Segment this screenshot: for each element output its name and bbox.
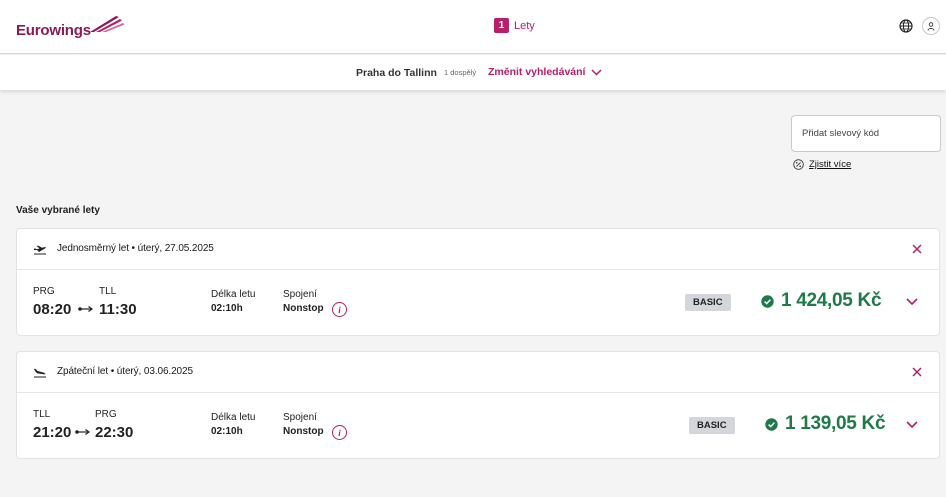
close-icon[interactable] bbox=[911, 366, 923, 378]
learn-more-link[interactable]: Zjistit více bbox=[809, 159, 851, 170]
info-icon[interactable]: i bbox=[332, 425, 347, 440]
voucher-field[interactable] bbox=[791, 115, 941, 152]
step-indicator-flights[interactable]: 1 Lety bbox=[494, 18, 535, 33]
plane-landing-icon bbox=[34, 368, 46, 378]
connection-value: Nonstop bbox=[283, 303, 324, 314]
price-value: 1 424,05 Kč bbox=[781, 290, 882, 311]
plane-takeoff-icon bbox=[34, 245, 46, 255]
globe-icon[interactable] bbox=[899, 19, 913, 33]
wing-logo-icon bbox=[90, 16, 125, 32]
connection-label: Spojení bbox=[283, 412, 317, 423]
info-icon[interactable]: i bbox=[332, 302, 347, 317]
departure-time: 21:20 bbox=[33, 424, 72, 441]
fare-badge: BASIC bbox=[689, 417, 735, 434]
voucher-input[interactable] bbox=[792, 116, 940, 151]
discount-icon bbox=[793, 159, 804, 170]
flight-card-body[interactable]: PRG TLL 08:20 11:30 Délka letu 02:10h Sp… bbox=[17, 270, 939, 335]
user-icon bbox=[927, 21, 935, 31]
step-label: Lety bbox=[514, 19, 535, 32]
route-arrow-icon bbox=[75, 429, 91, 435]
step-number: 1 bbox=[494, 18, 509, 33]
learn-more[interactable]: Zjistit více bbox=[793, 159, 851, 170]
duration-label: Délka letu bbox=[211, 289, 256, 300]
change-search-label: Změnit vyhledávání bbox=[488, 66, 586, 78]
check-circle-icon bbox=[765, 417, 778, 431]
destination-code: PRG bbox=[95, 409, 117, 420]
price-display: 1 424,05 Kč bbox=[761, 290, 882, 312]
origin-code: PRG bbox=[33, 286, 55, 297]
check-circle-icon bbox=[761, 294, 774, 308]
price-display: 1 139,05 Kč bbox=[765, 413, 886, 435]
fare-badge: BASIC bbox=[685, 294, 731, 311]
selected-flights-title: Vaše vybrané lety bbox=[16, 205, 100, 216]
route-text: Praha do Tallinn bbox=[356, 67, 437, 79]
chevron-down-icon[interactable] bbox=[905, 297, 919, 306]
connection-label: Spojení bbox=[283, 289, 317, 300]
flight-heading: Zpáteční let • úterý, 03.06.2025 bbox=[57, 366, 193, 377]
flight-card-header: Zpáteční let • úterý, 03.06.2025 bbox=[17, 352, 939, 393]
arrival-time: 11:30 bbox=[99, 301, 137, 318]
flight-card-body[interactable]: TLL PRG 21:20 22:30 Délka letu 02:10h Sp… bbox=[17, 393, 939, 458]
user-account-button[interactable] bbox=[922, 17, 940, 35]
close-icon[interactable] bbox=[911, 243, 923, 255]
price-value: 1 139,05 Kč bbox=[785, 413, 886, 434]
departure-time: 08:20 bbox=[33, 301, 72, 318]
flight-card-return: Zpáteční let • úterý, 03.06.2025 TLL PRG… bbox=[16, 351, 940, 459]
top-header: Eurowings 1 Lety bbox=[0, 0, 946, 54]
duration-value: 02:10h bbox=[211, 426, 243, 437]
duration-value: 02:10h bbox=[211, 303, 243, 314]
duration-label: Délka letu bbox=[211, 412, 256, 423]
flight-heading: Jednosměrný let • úterý, 27.05.2025 bbox=[57, 243, 214, 254]
destination-code: TLL bbox=[99, 286, 117, 297]
brand-name: Eurowings bbox=[16, 22, 91, 39]
flight-card-outbound: Jednosměrný let • úterý, 27.05.2025 PRG … bbox=[16, 228, 940, 336]
search-summary-bar: Praha do Tallinn 1 dospělý Změnit vyhled… bbox=[0, 55, 946, 90]
chevron-down-icon bbox=[591, 68, 602, 76]
connection-value: Nonstop bbox=[283, 426, 324, 437]
arrival-time: 22:30 bbox=[95, 424, 134, 441]
origin-code: TLL bbox=[33, 409, 51, 420]
passenger-count: 1 dospělý bbox=[444, 68, 477, 77]
change-search-button[interactable]: Změnit vyhledávání bbox=[488, 66, 602, 78]
chevron-down-icon[interactable] bbox=[905, 420, 919, 429]
route-arrow-icon bbox=[78, 306, 94, 312]
flight-card-header: Jednosměrný let • úterý, 27.05.2025 bbox=[17, 229, 939, 270]
